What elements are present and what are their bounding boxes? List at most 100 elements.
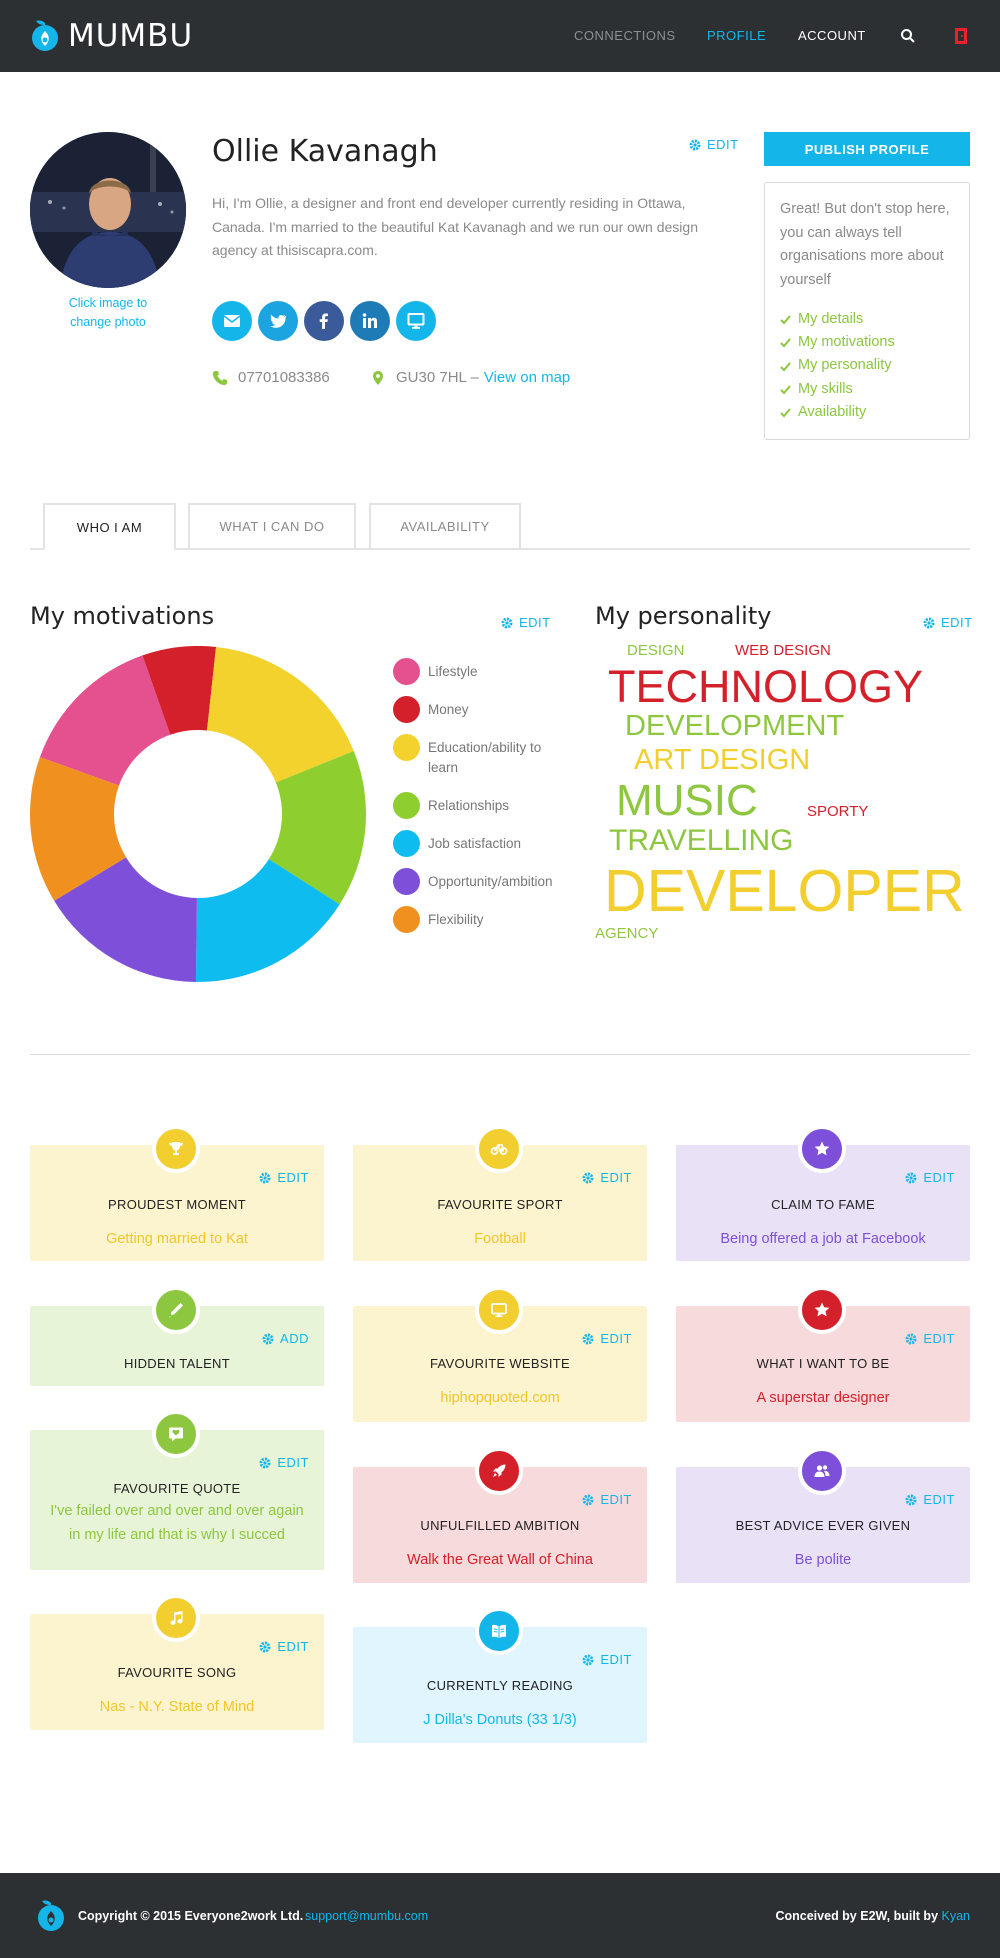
search-icon[interactable] [900,28,916,44]
kyan-link[interactable]: Kyan [942,1909,971,1923]
card-action-label: EDIT [600,1331,632,1346]
card-favourite-sport: EDIT FAVOURITE SPORT Football [353,1125,647,1261]
card-value: J Dilla's Donuts (33 1/3) [423,1712,577,1728]
footer-credit: Conceived by E2W, built by Kyan [775,1909,970,1923]
publish-profile-button[interactable]: PUBLISH PROFILE [764,132,970,166]
checklist-item-availability[interactable]: Availability [780,401,954,424]
check-icon [780,338,791,348]
music-badge [152,1594,200,1642]
add-card-button[interactable]: ADD [262,1331,309,1346]
check-icon [780,315,791,325]
edit-card-button[interactable]: EDIT [259,1639,309,1654]
quote-badge [152,1410,200,1458]
card-action-label: EDIT [923,1331,955,1346]
edit-motivations-button[interactable]: EDIT [501,615,551,630]
legend-item: Opportunity/ambition [393,868,563,895]
edit-card-button[interactable]: EDIT [259,1170,309,1185]
facebook-icon [319,313,328,329]
edit-card-button[interactable]: EDIT [905,1170,955,1185]
word-developer: DEVELOPER [604,858,965,924]
facebook-button[interactable] [304,301,344,341]
edit-card-button[interactable]: EDIT [582,1652,632,1667]
edit-card-button[interactable]: EDIT [582,1331,632,1346]
tab-availability[interactable]: AVAILABILITY [369,503,521,550]
word-sporty: SPORTY [807,803,869,820]
card-value: A superstar designer [756,1390,890,1406]
legend-swatch [393,830,420,857]
checklist-item-personality[interactable]: My personality [780,354,954,377]
checklist-item-motivations[interactable]: My motivations [780,331,954,354]
card-action-label: EDIT [600,1492,632,1507]
section-divider [30,1054,970,1055]
linkedin-button[interactable] [350,301,390,341]
edit-card-button[interactable]: EDIT [582,1170,632,1185]
linkedin-icon [362,313,377,328]
checklist-item-details[interactable]: My details [780,308,954,331]
word-development: DEVELOPMENT [625,710,845,742]
card-title: WHAT I WANT TO BE [756,1356,890,1371]
trophy-badge [152,1125,200,1173]
profile-bio: Hi, I'm Ollie, a designer and front end … [212,195,698,258]
pencil-icon [169,1303,183,1318]
support-email-link[interactable]: support@mumbu.com [305,1909,428,1923]
phone-icon [213,370,227,385]
view-on-map-link[interactable]: View on map [484,369,570,386]
bicycle-badge [475,1125,523,1173]
legend-swatch [393,658,420,685]
card-title: BEST ADVICE EVER GIVEN [735,1518,911,1533]
postcode: GU30 7HL – [396,369,479,386]
edit-label: EDIT [941,615,973,630]
word-art-design: ART DESIGN [634,744,811,776]
legend-item: Education/ability to learn [393,734,563,778]
tab-what-i-can-do[interactable]: WHAT I CAN DO [188,503,356,550]
pencil-badge [152,1286,200,1334]
star-badge [798,1286,846,1334]
edit-card-button[interactable]: EDIT [905,1492,955,1507]
check-icon [780,408,791,418]
change-photo-hint[interactable]: Click image to change photo [48,294,168,332]
card-title: CLAIM TO FAME [771,1197,875,1212]
card-action-label: ADD [280,1331,309,1346]
gear-icon [689,139,701,150]
mumbu-logo[interactable]: MUMBU [30,18,193,54]
monitor-icon [407,313,425,329]
gear-icon [262,1333,274,1344]
footer: Copyright © 2015 Everyone2work Ltd. supp… [0,1873,1000,1958]
legend-label: Job satisfaction [428,836,522,851]
legend-swatch [393,696,420,723]
nav-connections[interactable]: CONNECTIONS [574,28,676,43]
profile-photo[interactable] [30,132,186,288]
card-hidden-talent: ADD HIDDEN TALENT [30,1286,324,1386]
tab-who-i-am[interactable]: WHO I AM [43,503,176,551]
profile-name: Ollie Kavanagh [212,134,438,169]
edit-card-button[interactable]: EDIT [905,1331,955,1346]
legend-label: Relationships [428,798,510,813]
card-value: Being offered a job at Facebook [720,1231,926,1247]
gear-icon [259,1172,271,1183]
word-technology: TECHNOLOGY [608,661,924,712]
card-action-label: EDIT [923,1170,955,1185]
quote-icon [169,1427,183,1442]
edit-label: EDIT [707,137,739,152]
email-button[interactable] [212,301,252,341]
edit-card-button[interactable]: EDIT [259,1455,309,1470]
website-button[interactable] [396,301,436,341]
edit-card-button[interactable]: EDIT [582,1492,632,1507]
edit-personality-button[interactable]: EDIT [923,615,973,630]
twitter-button[interactable] [258,301,298,341]
card-action-label: EDIT [600,1652,632,1667]
nav-profile[interactable]: PROFILE [707,28,766,43]
gear-icon [582,1494,594,1505]
footer-copyright: Copyright © 2015 Everyone2work Ltd. [78,1909,304,1923]
monitor-badge [475,1286,523,1334]
logout-icon[interactable] [953,27,971,45]
people-icon [814,1465,830,1477]
card-action-label: EDIT [277,1639,309,1654]
checklist-item-skills[interactable]: My skills [780,378,954,401]
gear-icon [501,617,513,628]
nav-account[interactable]: ACCOUNT [798,28,866,43]
email-icon [223,315,241,327]
mumbu-logo-icon[interactable] [34,1899,68,1933]
edit-profile-button[interactable]: EDIT [689,137,739,152]
word-design: DESIGN [627,642,685,659]
